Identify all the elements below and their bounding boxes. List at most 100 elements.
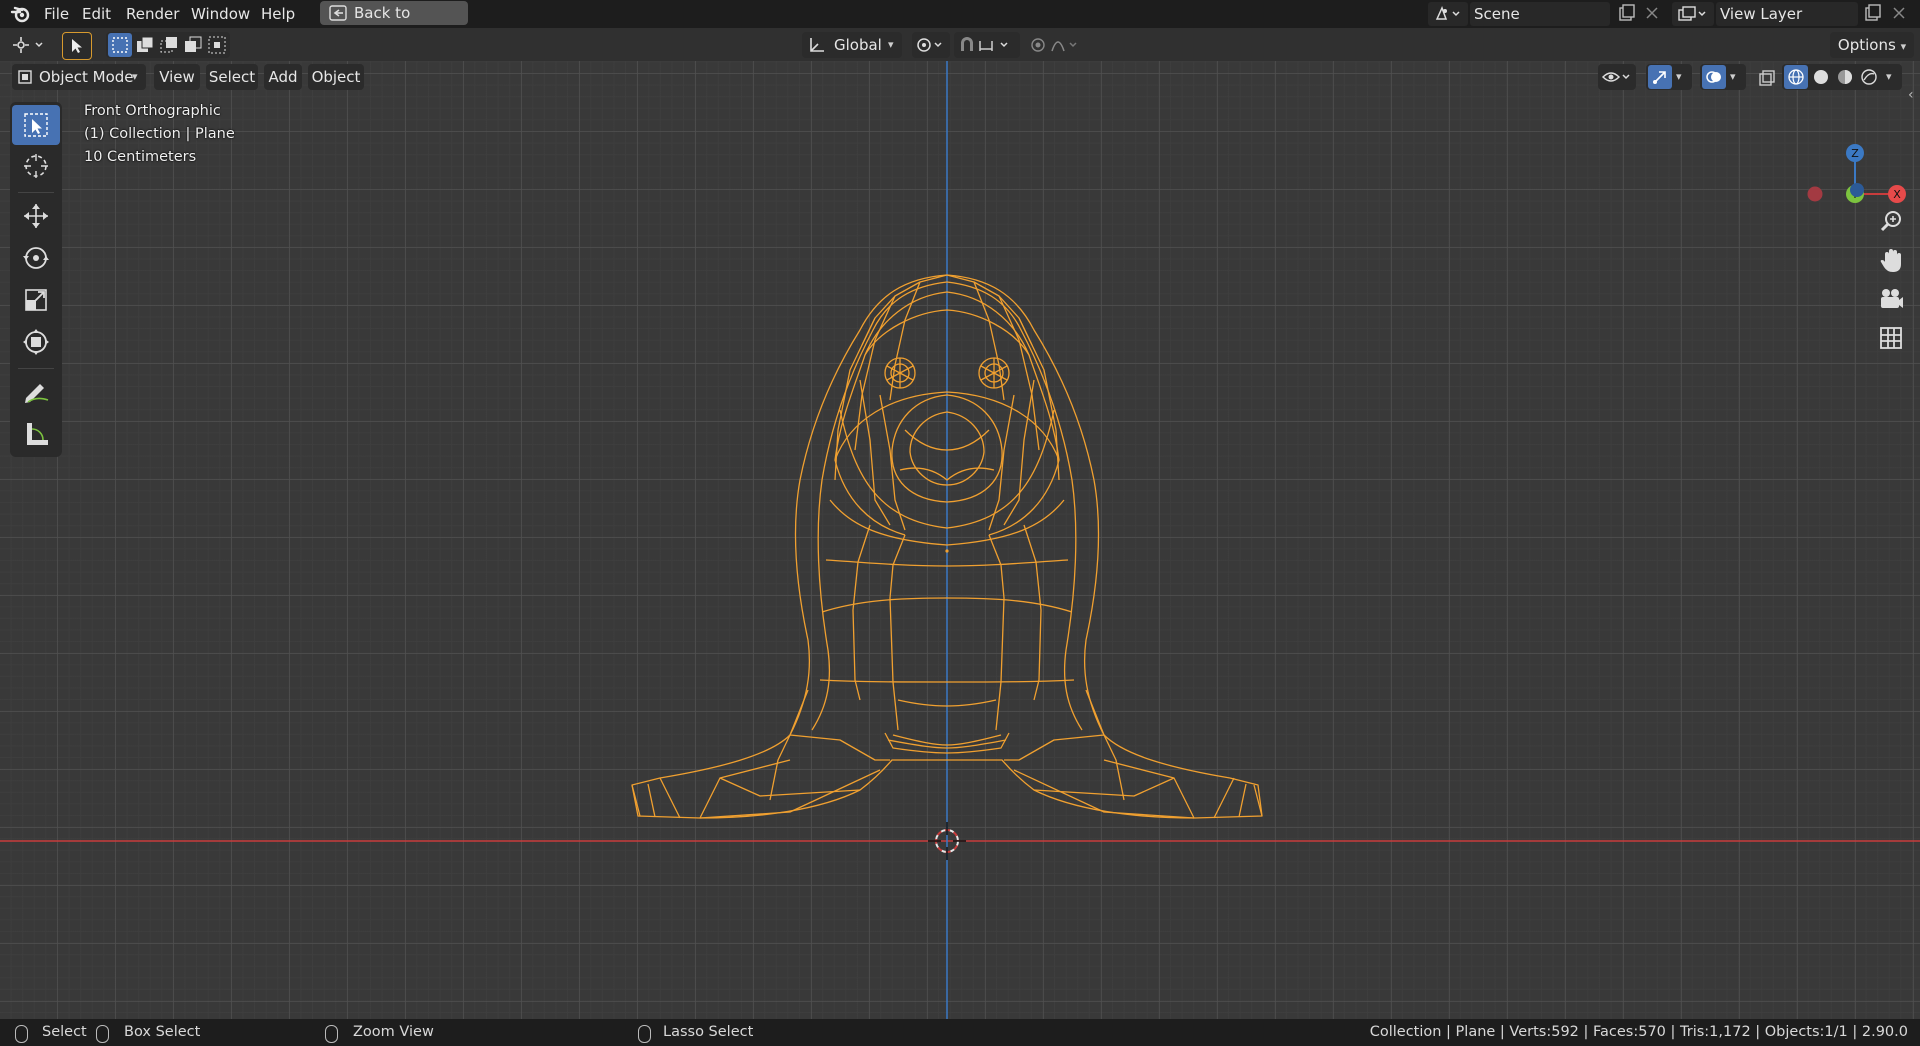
status-bar: Select Box Select Zoom View Lasso Select… xyxy=(0,1019,1920,1046)
scale-tool[interactable] xyxy=(12,280,60,320)
view-menu-label: View xyxy=(159,68,195,86)
eye-icon xyxy=(1602,72,1630,82)
grid-scale-label: 10 Centimeters xyxy=(84,149,197,165)
collapse-sidebar-icon[interactable]: ‹ xyxy=(1908,87,1914,103)
select-menu[interactable]: Select xyxy=(206,64,258,90)
scene-name-field[interactable]: Scene xyxy=(1470,2,1610,26)
active-object-label: (1) Collection | Plane xyxy=(84,126,235,142)
view-name-label: Front Orthographic xyxy=(84,103,221,119)
view-layer-name-text: View Layer xyxy=(1720,5,1803,23)
wireframe-shading-button[interactable] xyxy=(1784,65,1808,89)
toggle-perspective-button[interactable] xyxy=(1874,321,1908,355)
scene-icon xyxy=(1435,6,1460,20)
mouse-right-icon xyxy=(638,1025,651,1043)
pan-view-button[interactable] xyxy=(1874,244,1908,278)
material-shading-icon[interactable] xyxy=(1836,68,1854,86)
chevron-down-icon: ▾ xyxy=(1730,70,1736,83)
overlays-toggle-group[interactable]: ▾ xyxy=(1700,64,1746,90)
select-set-icon xyxy=(112,37,128,53)
3d-viewport-icon xyxy=(13,37,43,53)
gizmo-toggle-group[interactable]: ▾ xyxy=(1646,64,1692,90)
neg-x-axis-handle[interactable] xyxy=(1807,186,1823,202)
select-menu-label: Select xyxy=(208,68,256,86)
camera-view-button[interactable] xyxy=(1874,282,1908,316)
transform-orientation-dropdown[interactable]: Global ▾ xyxy=(802,32,902,58)
select-intersect-icon[interactable] xyxy=(208,36,226,54)
wireframe-sphere-icon xyxy=(1788,69,1804,85)
neg-z-axis-handle[interactable] xyxy=(1849,182,1867,200)
orientation-label: Global xyxy=(834,36,882,54)
visibility-dropdown[interactable] xyxy=(1598,64,1636,90)
3d-viewport[interactable]: Object Mode ▾ View Select Add Object ▾ ▾… xyxy=(0,61,1920,1019)
cursor-tool[interactable] xyxy=(12,146,60,186)
scene-statistics: Collection | Plane | Verts:592 | Faces:5… xyxy=(1369,1024,1908,1040)
status-lasso-select: Lasso Select xyxy=(663,1024,754,1040)
xray-toggle-icon[interactable] xyxy=(1758,69,1776,87)
tool-shelf xyxy=(10,102,62,457)
rotate-icon xyxy=(23,247,49,269)
back-icon xyxy=(329,5,347,21)
overlays-icon xyxy=(1706,71,1721,83)
select-subtract-icon[interactable] xyxy=(160,36,178,54)
add-menu-label: Add xyxy=(268,68,298,86)
object-menu[interactable]: Object xyxy=(308,64,364,90)
select-difference-icon[interactable] xyxy=(184,36,202,54)
move-tool[interactable] xyxy=(12,196,60,236)
annotate-tool[interactable] xyxy=(12,372,60,412)
scene-browse-button[interactable] xyxy=(1428,2,1468,26)
zoom-view-button[interactable] xyxy=(1874,205,1908,239)
view-menu[interactable]: View xyxy=(154,64,200,90)
pivot-point-dropdown[interactable] xyxy=(912,32,950,58)
z-axis-label: Z xyxy=(1851,147,1859,160)
gizmo-icon xyxy=(1653,71,1666,84)
new-scene-icon[interactable] xyxy=(1618,4,1636,22)
select-box-tool[interactable] xyxy=(12,105,60,145)
editor-type-button[interactable] xyxy=(8,32,50,58)
viewport-canvas[interactable] xyxy=(0,61,1920,1019)
transform-tool[interactable] xyxy=(12,322,60,362)
scene-name-text: Scene xyxy=(1474,5,1520,23)
x-axis-label: X xyxy=(1893,188,1901,201)
select-tool-mode-button[interactable] xyxy=(62,32,92,60)
view-layer-name-field[interactable]: View Layer xyxy=(1716,2,1858,26)
status-zoom-view: Zoom View xyxy=(353,1024,434,1040)
tool-settings-header: Global ▾ Options ▾ xyxy=(0,28,1920,61)
zoom-magnifier-icon xyxy=(1880,211,1901,232)
object-menu-label: Object xyxy=(311,68,361,86)
pivot-icon xyxy=(917,38,942,52)
options-dropdown[interactable]: Options ▾ xyxy=(1830,32,1914,58)
snapping-group[interactable] xyxy=(954,32,1020,58)
shading-mode-group: ▾ xyxy=(1782,64,1902,90)
navigation-gizmo[interactable]: Z Y X xyxy=(1798,101,1908,221)
delete-view-layer-icon[interactable] xyxy=(1892,6,1906,20)
camera-icon xyxy=(1881,289,1903,308)
back-to-previous-button[interactable]: Back to Previous xyxy=(320,1,468,46)
object-mode-label: Object Mode xyxy=(39,68,134,86)
transform-icon xyxy=(23,329,49,355)
snap-magnet-icon xyxy=(961,37,1008,51)
mouse-drag-icon xyxy=(96,1025,109,1043)
proportional-editing-group[interactable] xyxy=(1026,32,1092,58)
delete-scene-icon[interactable] xyxy=(1645,6,1659,20)
view-layer-browse-button[interactable] xyxy=(1672,2,1714,26)
grid-icon xyxy=(1880,327,1902,349)
new-view-layer-icon[interactable] xyxy=(1864,4,1882,22)
show-overlays-button[interactable] xyxy=(1702,65,1726,89)
scale-icon xyxy=(25,289,47,311)
rendered-shading-icon[interactable] xyxy=(1860,68,1878,86)
proportional-edit-icon xyxy=(1031,38,1077,52)
hand-icon xyxy=(1880,249,1901,272)
blender-logo-icon[interactable] xyxy=(10,3,32,25)
select-box-icon xyxy=(24,113,48,137)
solid-shading-icon[interactable] xyxy=(1812,68,1830,86)
add-menu[interactable]: Add xyxy=(264,64,302,90)
select-set-button[interactable] xyxy=(108,33,132,57)
view-layer-icon xyxy=(1678,6,1706,21)
chevron-down-icon: ▾ xyxy=(132,70,138,83)
rotate-tool[interactable] xyxy=(12,238,60,278)
object-mode-dropdown[interactable]: Object Mode ▾ xyxy=(12,64,146,90)
measure-tool[interactable] xyxy=(12,414,60,454)
select-extend-icon[interactable] xyxy=(136,36,154,54)
viewport-header: Object Mode ▾ View Select Add Object ▾ ▾… xyxy=(0,61,1920,103)
show-gizmo-button[interactable] xyxy=(1648,65,1672,89)
